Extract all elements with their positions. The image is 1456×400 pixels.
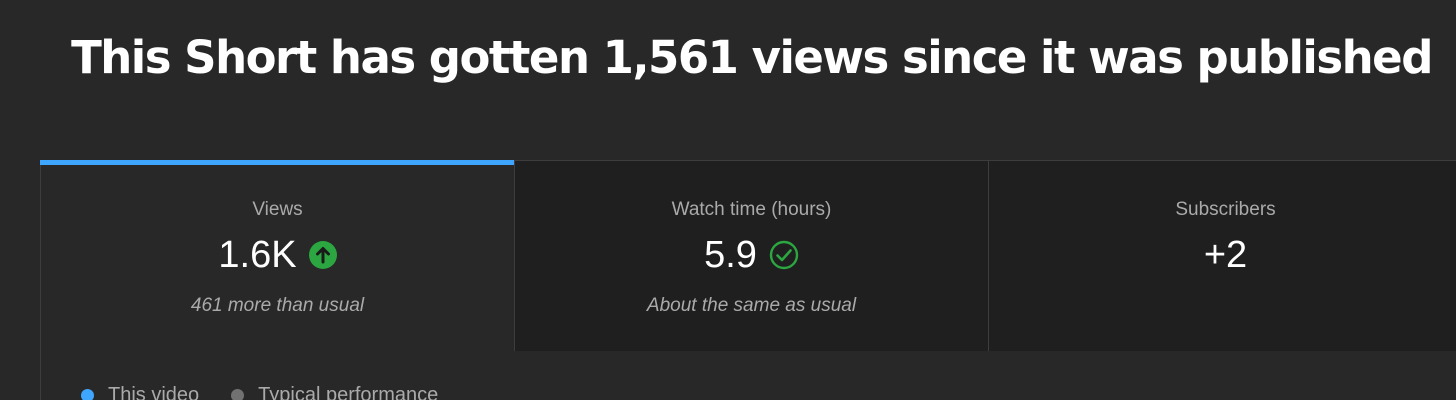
tab-subscribers-label: Subscribers [1175, 199, 1276, 220]
legend-dot-this-video [81, 388, 94, 400]
tab-watch-time-note: About the same as usual [646, 295, 857, 316]
legend-item-this-video[interactable]: This video [81, 383, 199, 400]
tab-views[interactable]: Views 1.6K 461 more than usual [40, 160, 515, 351]
tab-views-value-row: 1.6K [41, 231, 514, 279]
tab-watch-time-value-row: 5.9 [515, 231, 988, 279]
tab-watch-time-value: 5.9 [704, 234, 757, 276]
legend-label-this-video: This video [108, 384, 200, 400]
metrics-panel: Views 1.6K 461 more than usual Watch tim… [40, 160, 1456, 400]
analytics-page: This Short has gotten 1,561 views since … [0, 0, 1456, 400]
tab-views-note: 461 more than usual [190, 295, 365, 316]
metric-tabs: Views 1.6K 461 more than usual Watch tim… [40, 160, 1456, 351]
chart-legend: This video Typical performance [81, 383, 470, 400]
tab-views-value: 1.6K [218, 234, 297, 276]
check-circle-icon [769, 240, 799, 270]
arrow-up-circle-icon [308, 241, 337, 269]
legend-dot-typical [231, 388, 245, 400]
tab-watch-time-label: Watch time (hours) [671, 199, 832, 220]
tab-views-label: Views [252, 199, 303, 220]
legend-label-typical: Typical performance [258, 384, 439, 400]
tab-subscribers-value: +2 [1203, 234, 1248, 276]
tab-subscribers[interactable]: Subscribers +2 [989, 161, 1456, 351]
tab-subscribers-value-row: +2 [989, 231, 1456, 279]
tab-watch-time[interactable]: Watch time (hours) 5.9 About the same as… [515, 161, 989, 351]
page-headline: This Short has gotten 1,561 views since … [71, 31, 1433, 84]
legend-item-typical[interactable]: Typical performance [231, 383, 438, 400]
